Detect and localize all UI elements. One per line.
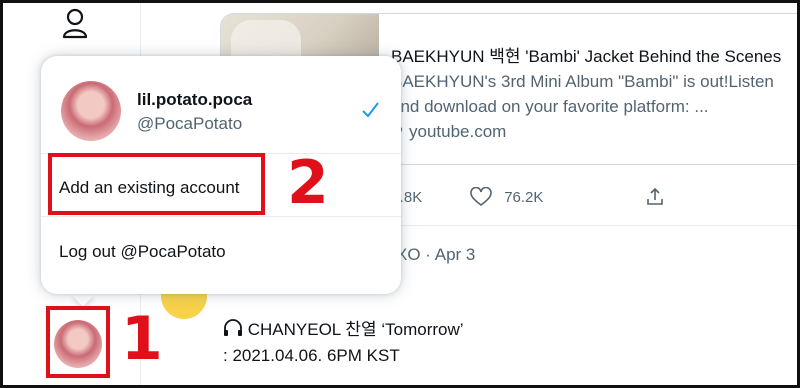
annotation-box-add-account [48, 153, 265, 215]
current-account-row[interactable]: lil.potato.poca @PocaPotato [41, 56, 401, 152]
account-handle: @PocaPotato [137, 114, 243, 133]
heart-icon [470, 187, 493, 207]
profile-icon[interactable] [61, 7, 89, 39]
card-title: BAEKHYUN 백현 'Bambi' Jacket Behind the Sc… [391, 47, 782, 66]
tweet-body-line2: : 2021.04.06. 6PM KST [223, 346, 400, 365]
tweet-body-line1: CHANYEOL 찬열 ‘Tomorrow’ [223, 317, 464, 343]
share-icon[interactable] [645, 187, 665, 207]
like-count: 76.2K [504, 188, 544, 206]
annotation-box-avatar [46, 306, 110, 378]
checkmark-icon [362, 102, 379, 118]
account-avatar [61, 81, 121, 141]
tweet-body-line1-text: CHANYEOL 찬열 ‘Tomorrow’ [247, 320, 464, 339]
headphones-icon [224, 319, 242, 336]
card-description-line1: BAEKHYUN's 3rd Mini Album "Bambi" is out… [391, 72, 774, 91]
step-number-2: 2 [287, 148, 329, 218]
app-viewport: BAEKHYUN 백현 'Bambi' Jacket Behind the Sc… [3, 3, 797, 385]
like-button[interactable]: 76.2K [470, 187, 543, 207]
card-domain-text: youtube.com [409, 122, 507, 141]
card-text: BAEKHYUN 백현 'Bambi' Jacket Behind the Sc… [391, 44, 797, 144]
logout-item[interactable]: Log out @PocaPotato [59, 242, 226, 262]
card-description-line2: and download on your favorite platform: … [391, 97, 709, 116]
menu-divider [41, 216, 401, 217]
tweet-action-bar: 30.8K 76.2K [383, 187, 665, 207]
tweet-header: XO · Apr 3 [396, 245, 476, 264]
card-domain: youtube.com [391, 119, 797, 144]
account-name: lil.potato.poca [137, 90, 253, 109]
step-number-1: 1 [121, 304, 163, 374]
tweet-body: CHANYEOL 찬열 ‘Tomorrow’ : 2021.04.06. 6PM… [223, 317, 464, 369]
